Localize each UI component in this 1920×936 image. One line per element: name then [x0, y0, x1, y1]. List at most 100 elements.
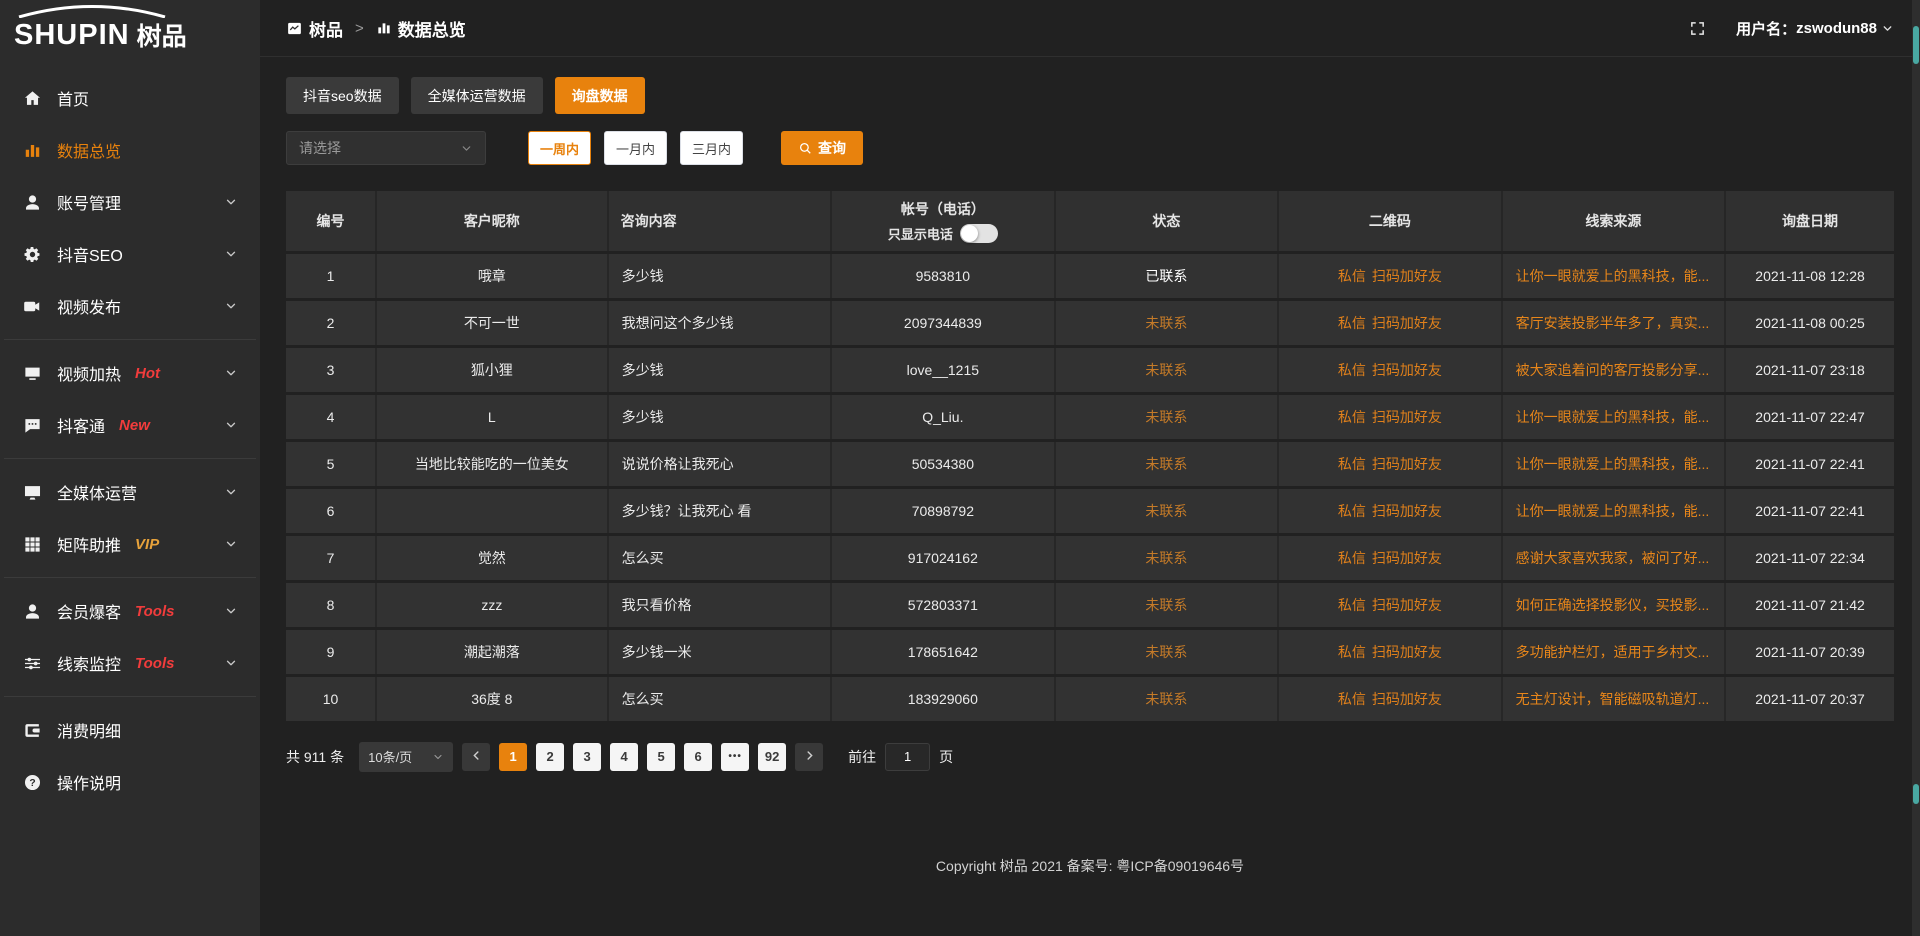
page-button-92[interactable]: 92: [758, 743, 786, 771]
chevron-down-icon: [224, 418, 238, 432]
chevron-down-icon: [1881, 22, 1894, 35]
cell-qrcode: 私信扫码加好友: [1278, 581, 1502, 628]
page-scrollbar[interactable]: [1912, 0, 1920, 936]
period-week-button[interactable]: 一周内: [528, 131, 591, 165]
table-row: 1哦章多少钱9583810已联系私信扫码加好友让你一眼就爱上的黑科技，能...2…: [286, 252, 1894, 299]
sidebar-item-operation-guide[interactable]: ?操作说明: [0, 756, 260, 808]
tab-douyin-seo-data[interactable]: 抖音seo数据: [286, 77, 399, 114]
page-size-select[interactable]: 10条/页: [359, 742, 453, 772]
cell-id: 6: [286, 487, 376, 534]
page-button-4[interactable]: 4: [610, 743, 638, 771]
source-link[interactable]: 客厅安装投影半年多了，真实...: [1516, 315, 1710, 331]
sidebar-item-matrix-boost[interactable]: 矩阵助推VIP: [0, 518, 260, 570]
source-link[interactable]: 多功能护栏灯，适用于乡村文...: [1516, 644, 1710, 660]
qr-action-link[interactable]: 私信: [1338, 315, 1366, 331]
qr-action-link[interactable]: 私信: [1338, 597, 1366, 613]
cell-nickname: 36度 8: [376, 675, 608, 722]
qr-action-link[interactable]: 私信: [1338, 503, 1366, 519]
cell-date: 2021-11-08 00:25: [1725, 299, 1894, 346]
cell-source: 让你一眼就爱上的黑科技，能...: [1502, 393, 1726, 440]
cell-status: 未联系: [1055, 299, 1279, 346]
footer-copyright: Copyright 树品 2021 备案号: 粤ICP备09019646号: [260, 856, 1920, 876]
search-button[interactable]: 查询: [781, 131, 863, 165]
phone-only-toggle[interactable]: [960, 224, 998, 243]
user-menu[interactable]: 用户名： zswodun88: [1736, 18, 1894, 39]
chevron-down-icon: [224, 656, 238, 670]
qr-action-link[interactable]: 私信: [1338, 456, 1366, 472]
source-link[interactable]: 无主灯设计，智能磁吸轨道灯...: [1516, 691, 1710, 707]
cell-account: 178651642: [831, 628, 1055, 675]
qr-action-link[interactable]: 私信: [1338, 691, 1366, 707]
qr-action-link[interactable]: 私信: [1338, 362, 1366, 378]
sidebar-item-douketong[interactable]: 抖客通New: [0, 399, 260, 451]
sidebar-item-member-baoke[interactable]: 会员爆客Tools: [0, 585, 260, 637]
breadcrumb: 树品 > 数据总览: [286, 16, 466, 41]
source-link[interactable]: 感谢大家喜欢我家，被问了好...: [1516, 550, 1710, 566]
qr-action-link[interactable]: 扫码加好友: [1372, 644, 1442, 660]
header-source: 线索来源: [1502, 191, 1726, 252]
breadcrumb-home[interactable]: 树品: [309, 16, 343, 41]
sidebar-item-clue-monitor[interactable]: 线索监控Tools: [0, 637, 260, 689]
data-tabs: 抖音seo数据 全媒体运营数据 询盘数据: [286, 77, 1894, 114]
cell-source: 被大家追着问的客厅投影分享...: [1502, 346, 1726, 393]
scrollbar-mark: [1913, 784, 1919, 804]
qr-action-link[interactable]: 私信: [1338, 644, 1366, 660]
source-link[interactable]: 让你一眼就爱上的黑科技，能...: [1516, 456, 1710, 472]
qr-action-link[interactable]: 扫码加好友: [1372, 315, 1442, 331]
source-link[interactable]: 如何正确选择投影仪，买投影...: [1516, 597, 1710, 613]
page-button-6[interactable]: 6: [684, 743, 712, 771]
prev-page-button[interactable]: [462, 743, 490, 771]
page-button-3[interactable]: 3: [573, 743, 601, 771]
sidebar-item-account-manage[interactable]: 账号管理: [0, 176, 260, 228]
cell-source: 让你一眼就爱上的黑科技，能...: [1502, 440, 1726, 487]
period-month-button[interactable]: 一月内: [604, 131, 667, 165]
sidebar-item-douyin-seo[interactable]: 抖音SEO: [0, 228, 260, 280]
breadcrumb-separator: >: [355, 20, 364, 37]
scrollbar-thumb[interactable]: [1913, 26, 1919, 64]
fullscreen-icon[interactable]: [1689, 20, 1706, 37]
account-select[interactable]: 请选择: [286, 131, 486, 165]
phone-only-label: 只显示电话: [888, 224, 953, 243]
qr-action-link[interactable]: 私信: [1338, 550, 1366, 566]
source-link[interactable]: 让你一眼就爱上的黑科技，能...: [1516, 409, 1710, 425]
sidebar-item-home[interactable]: 首页: [0, 72, 260, 124]
page-button-2[interactable]: 2: [536, 743, 564, 771]
qr-action-link[interactable]: 扫码加好友: [1372, 550, 1442, 566]
goto-page-input[interactable]: [885, 743, 930, 771]
cell-account: 572803371: [831, 581, 1055, 628]
cell-status: 未联系: [1055, 675, 1279, 722]
page-button-5[interactable]: 5: [647, 743, 675, 771]
cell-id: 7: [286, 534, 376, 581]
tab-inquiry-data[interactable]: 询盘数据: [555, 77, 645, 114]
sidebar-item-label: 数据总览: [57, 138, 121, 162]
qr-action-link[interactable]: 扫码加好友: [1372, 597, 1442, 613]
next-page-button[interactable]: [795, 743, 823, 771]
pagination-bar: 共 911 条 10条/页 123456•••92 前往: [286, 742, 1894, 772]
sidebar-item-consume-detail[interactable]: 消费明细: [0, 704, 260, 756]
sidebar-item-media-operation[interactable]: 全媒体运营: [0, 466, 260, 518]
sidebar-item-video-heat[interactable]: 视频加热Hot: [0, 347, 260, 399]
qr-action-link[interactable]: 扫码加好友: [1372, 409, 1442, 425]
sidebar-item-video-publish[interactable]: 视频发布: [0, 280, 260, 332]
source-link[interactable]: 让你一眼就爱上的黑科技，能...: [1516, 268, 1710, 284]
qr-action-link[interactable]: 扫码加好友: [1372, 362, 1442, 378]
table-row: 3狐小狸多少钱love__1215未联系私信扫码加好友被大家追着问的客厅投影分享…: [286, 346, 1894, 393]
source-link[interactable]: 被大家追着问的客厅投影分享...: [1516, 362, 1710, 378]
sidebar-divider: [4, 577, 256, 578]
status-badge: 未联系: [1145, 362, 1187, 378]
qr-action-link[interactable]: 扫码加好友: [1372, 691, 1442, 707]
qr-action-link[interactable]: 私信: [1338, 268, 1366, 284]
tab-media-operation-data[interactable]: 全媒体运营数据: [411, 77, 543, 114]
qr-action-link[interactable]: 扫码加好友: [1372, 268, 1442, 284]
qr-action-link[interactable]: 扫码加好友: [1372, 456, 1442, 472]
chevron-down-icon: [224, 195, 238, 209]
source-link[interactable]: 让你一眼就爱上的黑科技，能...: [1516, 503, 1710, 519]
brand-logo[interactable]: SHUPIN 树品: [0, 0, 260, 58]
period-quarter-button[interactable]: 三月内: [680, 131, 743, 165]
qr-action-link[interactable]: 扫码加好友: [1372, 503, 1442, 519]
sidebar-item-data-overview[interactable]: 数据总览: [0, 124, 260, 176]
qr-action-link[interactable]: 私信: [1338, 409, 1366, 425]
page-button-1[interactable]: 1: [499, 743, 527, 771]
chevron-down-icon: [224, 537, 238, 551]
page-ellipsis-button[interactable]: •••: [721, 743, 749, 771]
